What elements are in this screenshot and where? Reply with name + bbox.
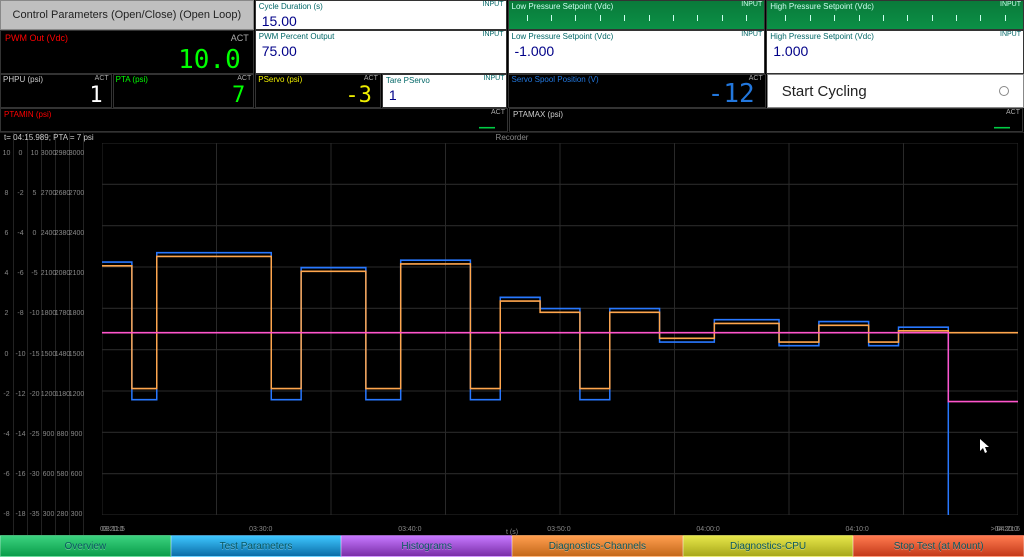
high-pressure-setpoint-input[interactable]: High Pressure Setpoint (Vdc) INPUT 1.000 <box>766 30 1024 74</box>
nav-test-parameters[interactable]: Test Parameters <box>171 535 342 557</box>
start-cycling-button[interactable]: Start Cycling <box>767 74 1024 108</box>
y-axis-pta-psi-: 3000270024002100180015001200900600300 <box>70 133 84 535</box>
pta-readout: PTA (psi) ACT 7 <box>113 74 255 108</box>
nav-histograms[interactable]: Histograms <box>341 535 512 557</box>
cycle-duration-input[interactable]: Cycle Duration (s) INPUT 15.00 <box>255 0 507 30</box>
nav-stop-test-at-mount-[interactable]: Stop Test (at Mount) <box>853 535 1024 557</box>
status-indicator-icon <box>999 86 1009 96</box>
phpu-readout: PHPU (psi) ACT 1 <box>0 74 112 108</box>
low-pressure-setpoint-input[interactable]: Low Pressure Setpoint (Vdc) INPUT -1.000 <box>508 30 766 74</box>
recorder-chart[interactable]: Recorder t= 04:15.989; PTA = 7 psi 10864… <box>0 132 1024 535</box>
nav-overview[interactable]: Overview <box>0 535 171 557</box>
y-axis-cycle-profile-vdc-: 1086420-2-4-6-8 <box>0 133 14 535</box>
y-axis-stack: 1086420-2-4-6-80-2-4-6-8-10-12-14-16-181… <box>0 133 100 535</box>
plot-area[interactable] <box>102 143 1018 515</box>
nav-diagnostics-channels[interactable]: Diagnostics-Channels <box>512 535 683 557</box>
servo-spool-position-readout: Servo Spool Position (V) ACT -12 <box>508 74 765 108</box>
pwm-percent-input[interactable]: PWM Percent Output INPUT 75.00 <box>255 30 507 74</box>
y-axis-servo-spool-v-: 0-2-4-6-8-10-12-14-16-18 <box>14 133 28 535</box>
low-pressure-setpoint-slider[interactable]: Low Pressure Setpoint (Vdc) INPUT <box>508 0 766 30</box>
tare-pservo-input[interactable]: Tare PServo INPUT 1 <box>382 74 508 108</box>
chart-tooltip: t= 04:15.989; PTA = 7 psi <box>4 133 94 142</box>
trace <box>102 253 948 515</box>
control-parameters-button[interactable]: Control Parameters (Open/Close) (Open Lo… <box>0 0 254 30</box>
control-parameters-label: Control Parameters (Open/Close) (Open Lo… <box>13 9 242 21</box>
pta-min-readout: PTAMIN (psi) ACT — <box>0 108 508 132</box>
nav-diagnostics-cpu[interactable]: Diagnostics-CPU <box>683 535 854 557</box>
pta-max-readout: PTAMAX (psi) ACT — <box>509 108 1023 132</box>
high-pressure-setpoint-slider[interactable]: High Pressure Setpoint (Vdc) INPUT <box>766 0 1024 30</box>
pservo-readout: PServo (psi) ACT -3 <box>255 74 381 108</box>
x-axis: 03:20:003:30:003:40:003:50:004:00:004:10… <box>100 526 1018 533</box>
bottom-nav: OverviewTest ParametersHistogramsDiagnos… <box>0 535 1024 557</box>
pwm-out-readout: PWM Out (Vdc)ACT 10.0 <box>0 30 254 74</box>
